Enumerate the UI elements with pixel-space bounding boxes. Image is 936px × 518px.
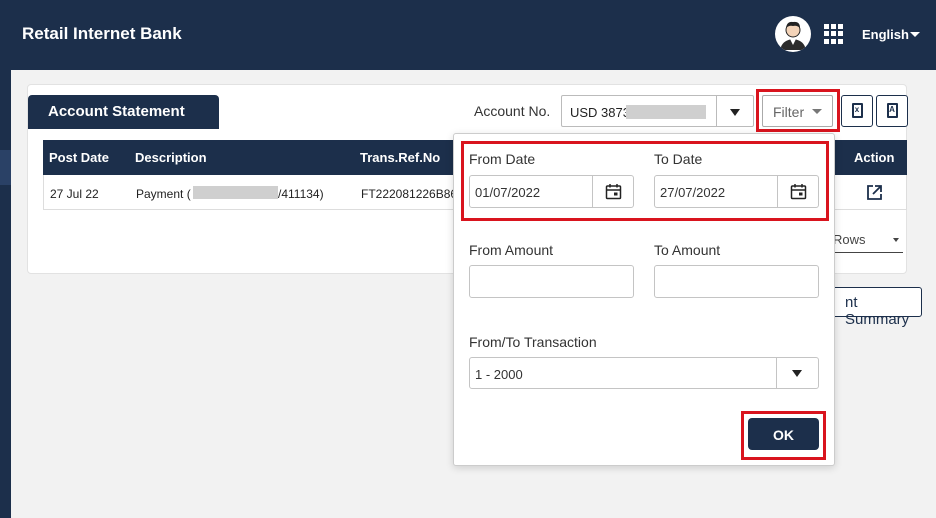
filter-label: Filter (773, 104, 805, 120)
apps-grid-icon[interactable] (824, 24, 844, 44)
calendar-icon[interactable] (790, 183, 807, 200)
masked-account-number (626, 105, 706, 119)
row-description-prefix: Payment ( (136, 187, 191, 201)
tab-account-statement[interactable]: Account Statement (28, 95, 219, 129)
to-date-value: 27/07/2022 (660, 185, 726, 200)
language-selector[interactable]: English (862, 27, 909, 42)
row-description-suffix: /411134) (278, 187, 324, 201)
to-amount-label: To Amount (654, 242, 721, 258)
to-date-field[interactable]: 27/07/2022 (654, 175, 819, 208)
column-description[interactable]: Description (135, 150, 207, 165)
dropdown-caret-icon (792, 370, 802, 377)
row-post-date: 27 Jul 22 (50, 187, 99, 201)
rows-per-page-select[interactable]: Rows (833, 232, 866, 247)
open-external-icon[interactable] (866, 184, 883, 201)
column-action: Action (854, 150, 895, 165)
app-title: Retail Internet Bank (22, 24, 182, 43)
row-trans-ref: FT222081226B86 (361, 187, 458, 201)
column-trans-ref[interactable]: Trans.Ref.No (360, 150, 440, 165)
from-date-label: From Date (469, 151, 536, 167)
to-amount-field[interactable] (654, 265, 819, 298)
filter-button[interactable]: Filter (762, 95, 833, 127)
account-summary-button[interactable]: nt Summary (820, 287, 922, 328)
chevron-down-icon[interactable] (893, 238, 899, 242)
dropdown-caret-icon (730, 109, 740, 116)
transaction-range-label: From/To Transaction (469, 334, 597, 350)
from-amount-label: From Amount (469, 242, 554, 258)
to-date-label: To Date (654, 151, 703, 167)
left-sidebar (0, 70, 11, 518)
user-avatar-icon[interactable] (775, 16, 811, 52)
sidebar-active-marker (0, 150, 11, 185)
transaction-range-select[interactable]: 1 - 2000 (469, 357, 819, 389)
account-select[interactable]: USD 3873- (561, 95, 754, 127)
chevron-down-icon[interactable] (910, 32, 920, 37)
excel-export-button[interactable]: x (841, 95, 873, 127)
from-amount-field[interactable] (469, 265, 634, 298)
pdf-export-button[interactable]: A (876, 95, 908, 127)
transaction-range-value: 1 - 2000 (475, 367, 523, 382)
from-date-value: 01/07/2022 (475, 185, 541, 200)
from-date-field[interactable]: 01/07/2022 (469, 175, 634, 208)
column-post-date[interactable]: Post Date (49, 150, 109, 165)
masked-description (193, 186, 278, 199)
account-no-label: Account No. (474, 103, 551, 119)
top-header: Retail Internet Bank English (0, 0, 936, 70)
calendar-icon[interactable] (605, 183, 622, 200)
ok-button[interactable]: OK (748, 418, 819, 450)
chevron-down-icon (812, 109, 822, 114)
account-value: USD 3873- (570, 105, 635, 120)
